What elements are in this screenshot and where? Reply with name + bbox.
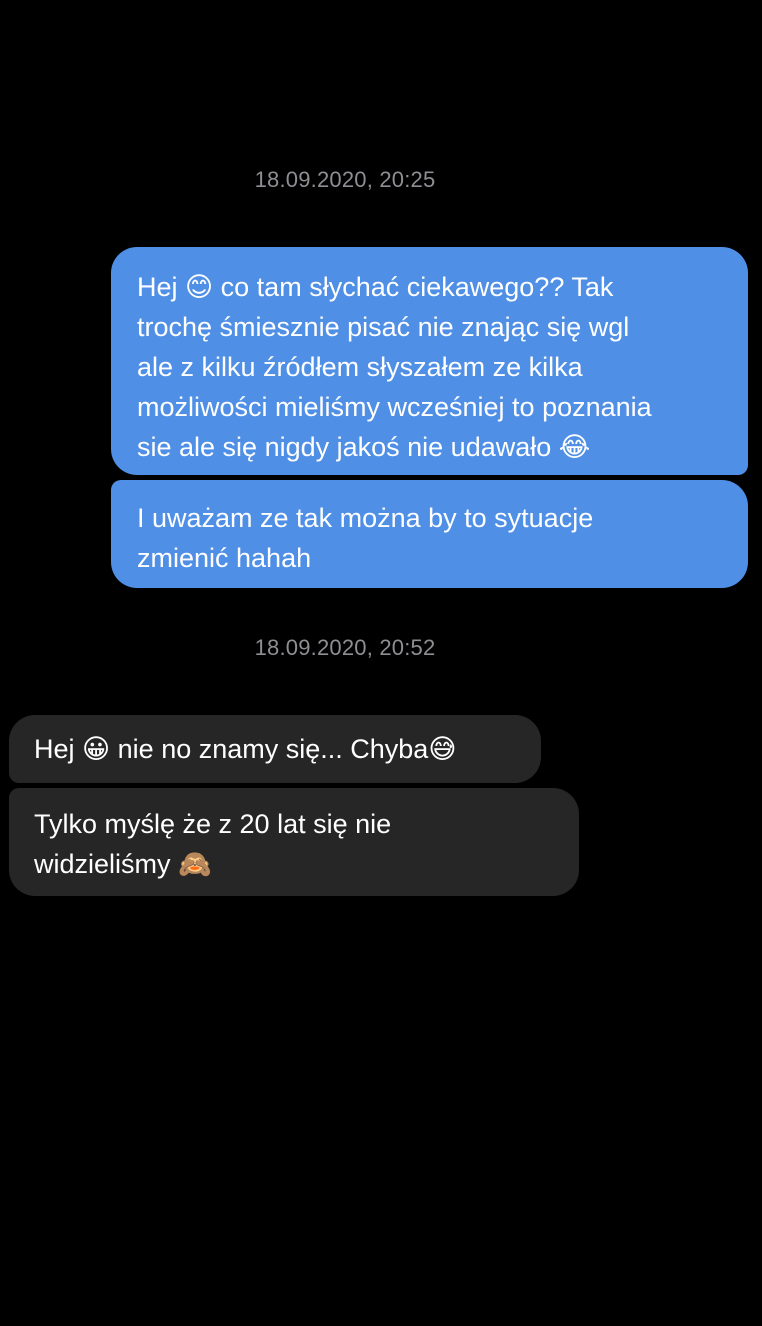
- timestamp-divider: 18.09.2020, 20:25: [254, 167, 436, 192]
- outgoing-message-bubble[interactable]: I uważam ze tak można by to sytuacje zmi…: [111, 480, 748, 588]
- incoming-message-bubble[interactable]: Tylko myślę że z 20 lat się nie widzieli…: [9, 788, 579, 896]
- outgoing-message-bubble[interactable]: Hej 😊 co tam słychać ciekawego?? Tak tro…: [111, 247, 748, 475]
- incoming-message-bubble[interactable]: Hej 😀 nie no znamy się... Chyba😅: [9, 715, 541, 783]
- timestamp-divider: 18.09.2020, 20:52: [254, 635, 436, 660]
